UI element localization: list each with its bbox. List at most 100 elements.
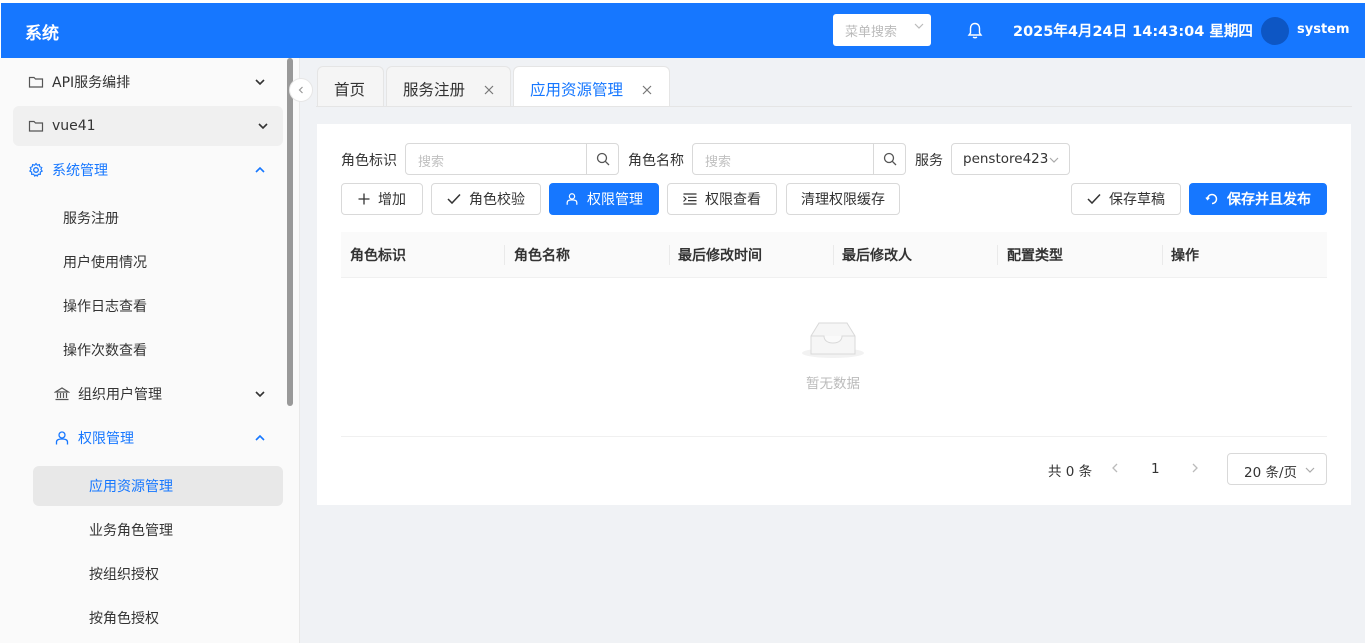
add-button-label: 增加 <box>378 192 406 208</box>
role-name-label: 角色名称 <box>628 153 684 169</box>
content-card <box>317 124 1351 505</box>
save-and-publish-button[interactable]: 保存并且发布 <box>1189 183 1327 215</box>
permission-management-button[interactable]: 权限管理 <box>549 183 659 215</box>
permission-view-button-label: 权限查看 <box>705 192 761 208</box>
plus-icon <box>358 193 370 205</box>
chevron-left-icon[interactable] <box>1109 462 1121 474</box>
tab-label: 应用资源管理 <box>530 81 624 99</box>
empty-inbox-icon <box>802 322 864 358</box>
role-check-button-label: 角色校验 <box>469 192 525 208</box>
user-icon <box>566 193 578 205</box>
sidebar-collapse-button[interactable] <box>289 78 313 102</box>
table-header: 角色标识 角色名称 最后修改时间 最后修改人 配置类型 操作 <box>341 232 1327 278</box>
sidebar-item-label: 按角色授权 <box>89 611 159 627</box>
top-header: 系统 菜单搜索 2025年4月24日 14:43:04 星期四 system <box>0 0 1365 58</box>
column-header-role-id[interactable]: 角色标识 <box>350 245 406 265</box>
sidebar-item-label: 业务角色管理 <box>89 523 173 539</box>
column-divider <box>504 245 505 265</box>
username[interactable]: system <box>1297 22 1350 37</box>
sidebar-item-operation-log[interactable]: 操作日志查看 <box>63 286 263 326</box>
user-icon <box>55 431 69 445</box>
role-check-button[interactable]: 角色校验 <box>431 183 541 215</box>
column-header-last-modified-by[interactable]: 最后修改人 <box>842 245 912 265</box>
sidebar-item-org-user-management[interactable]: 组织用户管理 <box>54 374 280 414</box>
app-title: 系统 <box>25 24 59 44</box>
close-icon[interactable] <box>642 85 652 95</box>
sync-icon <box>1205 193 1218 205</box>
current-datetime: 2025年4月24日 14:43:04 星期四 <box>1013 24 1253 40</box>
page-size-value: 20 条/页 <box>1244 465 1298 481</box>
sidebar-item-app-resource-management[interactable]: 应用资源管理 <box>33 466 283 506</box>
gear-icon <box>28 162 44 177</box>
sidebar-item-label: 权限管理 <box>78 431 134 447</box>
sidebar-item-label: 操作日志查看 <box>63 299 147 315</box>
chevron-down-icon <box>255 79 265 86</box>
sidebar-item-vue41[interactable]: vue41 <box>13 106 283 146</box>
pagination-current-page[interactable]: 1 <box>1151 461 1160 477</box>
sidebar-item-authorize-by-org[interactable]: 按组织授权 <box>89 554 269 594</box>
chevron-down-icon <box>1049 157 1059 163</box>
table-bottom-border <box>341 436 1327 437</box>
role-name-search-button[interactable] <box>873 144 905 174</box>
sidebar-item-operation-count[interactable]: 操作次数查看 <box>63 330 263 370</box>
sidebar-item-label: 按组织授权 <box>89 567 159 583</box>
avatar[interactable] <box>1261 17 1289 45</box>
empty-state-text: 暂无数据 <box>806 376 860 392</box>
menu-search-select[interactable]: 菜单搜索 <box>833 14 931 46</box>
column-divider <box>1162 245 1163 265</box>
service-select[interactable]: penstore423 <box>951 143 1070 175</box>
column-header-config-type[interactable]: 配置类型 <box>1007 245 1063 265</box>
permission-view-button[interactable]: 权限查看 <box>667 183 777 215</box>
role-name-search-input[interactable]: 搜索 <box>692 143 906 175</box>
save-and-publish-button-label: 保存并且发布 <box>1227 192 1311 208</box>
chevron-down-icon <box>914 23 924 29</box>
sidebar-item-label: vue41 <box>52 118 96 134</box>
column-header-actions[interactable]: 操作 <box>1171 245 1199 265</box>
role-id-search-button[interactable] <box>586 144 618 174</box>
sidebar: API服务编排 vue41 系统管理 服务注册 用户使用情况 操作日志查看 操作… <box>0 58 300 643</box>
sidebar-item-service-registration[interactable]: 服务注册 <box>63 198 263 238</box>
chevron-down-icon <box>1305 467 1315 473</box>
sidebar-item-permission-management[interactable]: 权限管理 <box>54 418 280 458</box>
save-draft-button[interactable]: 保存草稿 <box>1071 183 1181 215</box>
tab-home[interactable]: 首页 <box>317 66 384 106</box>
page-size-select[interactable]: 20 条/页 <box>1227 453 1327 485</box>
sidebar-item-label: 应用资源管理 <box>89 479 173 495</box>
role-id-search-input[interactable]: 搜索 <box>405 143 619 175</box>
sidebar-item-label: 系统管理 <box>52 163 108 179</box>
role-id-label: 角色标识 <box>341 153 397 169</box>
check-icon <box>447 193 461 205</box>
sidebar-item-authorize-by-role[interactable]: 按角色授权 <box>89 598 269 638</box>
clear-permission-cache-button[interactable]: 清理权限缓存 <box>786 183 900 215</box>
service-select-value: penstore423 <box>963 151 1049 167</box>
pagination-total: 共 0 条 <box>1048 464 1093 480</box>
tab-service-registration[interactable]: 服务注册 <box>386 66 511 106</box>
sidebar-item-label: 用户使用情况 <box>63 255 147 271</box>
sidebar-item-api-orchestration[interactable]: API服务编排 <box>28 62 280 102</box>
sidebar-item-user-usage[interactable]: 用户使用情况 <box>63 242 263 282</box>
sidebar-item-label: 服务注册 <box>63 211 119 227</box>
sidebar-scrollbar[interactable] <box>287 58 293 406</box>
column-header-last-modified-time[interactable]: 最后修改时间 <box>678 245 762 265</box>
chevron-right-icon[interactable] <box>1189 462 1201 474</box>
folder-icon <box>28 120 44 132</box>
add-button[interactable]: 增加 <box>341 183 423 215</box>
tab-app-resource-management[interactable]: 应用资源管理 <box>513 66 670 107</box>
permission-management-button-label: 权限管理 <box>587 192 643 208</box>
search-icon <box>596 152 610 166</box>
bank-icon <box>54 387 70 401</box>
close-icon[interactable] <box>484 85 494 95</box>
bell-icon[interactable] <box>967 22 983 40</box>
role-name-search-placeholder: 搜索 <box>705 155 732 170</box>
sidebar-item-label: 组织用户管理 <box>78 387 162 403</box>
sidebar-item-business-role-management[interactable]: 业务角色管理 <box>89 510 269 550</box>
list-indent-icon <box>683 193 697 205</box>
folder-icon <box>28 76 44 88</box>
role-id-search-placeholder: 搜索 <box>418 155 445 170</box>
column-header-role-name[interactable]: 角色名称 <box>514 245 570 265</box>
check-icon <box>1087 193 1101 205</box>
sidebar-item-system-management[interactable]: 系统管理 <box>28 150 280 190</box>
tab-label: 服务注册 <box>403 81 466 99</box>
chevron-down-icon <box>255 391 265 398</box>
service-label: 服务 <box>915 153 943 169</box>
